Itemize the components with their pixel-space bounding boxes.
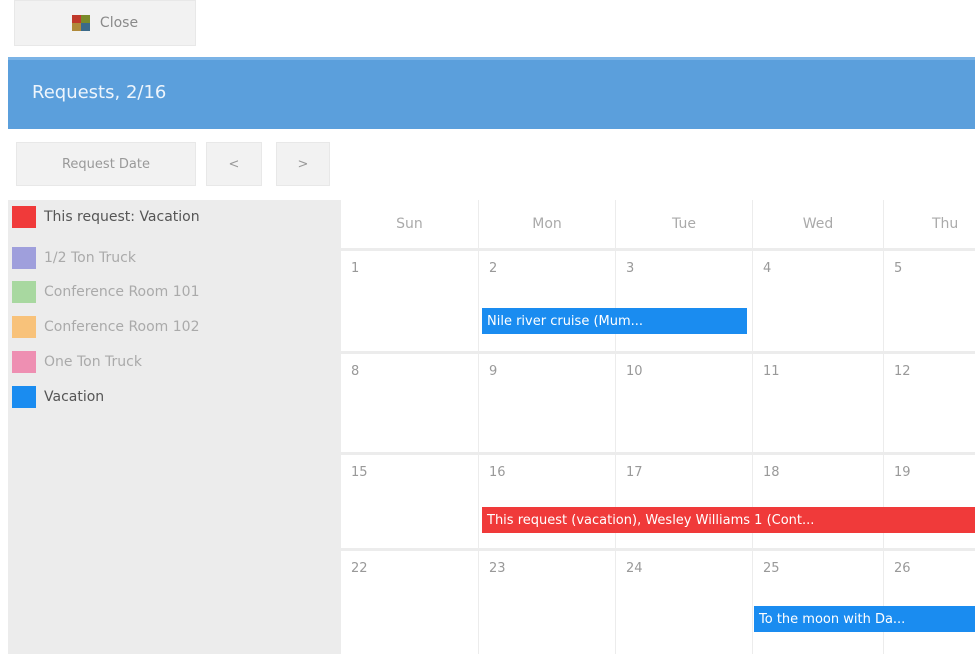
day-number: 16 [489, 465, 506, 480]
weekday-sun: Sun [341, 200, 479, 248]
calendar-event[interactable]: To the moon with Da... [754, 606, 975, 632]
week-row-1: 1 2 3 4 5 Nile river cruise (Mum... [341, 248, 975, 351]
day-cell[interactable]: 4 [753, 251, 884, 351]
legend-item-conference-room-101[interactable]: Conference Room 101 [12, 281, 200, 303]
day-cell[interactable]: 5 [884, 251, 975, 351]
day-cell[interactable]: 12 [884, 354, 975, 452]
day-number: 17 [626, 465, 643, 480]
day-number: 18 [763, 465, 780, 480]
day-cell[interactable]: 11 [753, 354, 884, 452]
day-cell[interactable]: 1 [341, 251, 479, 351]
close-button-label: Close [99, 15, 139, 31]
day-number: 19 [894, 465, 911, 480]
legend-label: Conference Room 102 [44, 319, 200, 335]
calendar-event[interactable]: Nile river cruise (Mum... [482, 308, 747, 334]
day-number: 1 [351, 261, 360, 276]
prev-button[interactable]: < [206, 142, 262, 186]
legend-label: This request: Vacation [44, 209, 200, 225]
day-cell[interactable]: 25 [753, 551, 884, 654]
legend-item-conference-room-102[interactable]: Conference Room 102 [12, 316, 200, 338]
day-number: 25 [763, 561, 780, 576]
day-cell[interactable]: 18 [753, 455, 884, 548]
page-title: Requests, 2/16 [32, 82, 167, 103]
legend-label: Conference Room 101 [44, 284, 200, 300]
app-icon [71, 15, 90, 31]
day-number: 11 [763, 364, 780, 379]
day-number: 3 [626, 261, 635, 276]
month-calendar: Sun Mon Tue Wed Thu 1 2 3 4 5 Nile river… [341, 200, 975, 654]
legend-item-one-ton-truck[interactable]: One Ton Truck [12, 351, 142, 373]
week-row-3: 15 16 17 18 19 This request (vacation), … [341, 452, 975, 548]
weekday-wed: Wed [753, 200, 884, 248]
weekday-header: Sun Mon Tue Wed Thu [341, 200, 975, 248]
legend-swatch [12, 206, 36, 228]
day-cell[interactable]: 23 [479, 551, 616, 654]
day-number: 2 [489, 261, 498, 276]
day-number: 8 [351, 364, 360, 379]
day-number: 15 [351, 465, 368, 480]
legend-item-half-ton-truck[interactable]: 1/2 Ton Truck [12, 247, 136, 269]
day-number: 26 [894, 561, 911, 576]
day-cell[interactable]: 16 [479, 455, 616, 548]
weekday-tue: Tue [616, 200, 753, 248]
day-number: 9 [489, 364, 498, 379]
legend-swatch [12, 316, 36, 338]
calendar-event[interactable]: This request (vacation), Wesley Williams… [482, 507, 975, 533]
day-cell[interactable]: 19 [884, 455, 975, 548]
day-cell[interactable]: 24 [616, 551, 753, 654]
legend-swatch [12, 351, 36, 373]
week-row-2: 8 9 10 11 12 [341, 351, 975, 452]
day-number: 22 [351, 561, 368, 576]
day-cell[interactable]: 17 [616, 455, 753, 548]
week-row-4: 22 23 24 25 26 To the moon with Da... [341, 548, 975, 654]
day-cell[interactable]: 3 [616, 251, 753, 351]
legend-label: One Ton Truck [44, 354, 142, 370]
weekday-mon: Mon [479, 200, 616, 248]
header-bar: Requests, 2/16 [8, 57, 975, 129]
legend-label: 1/2 Ton Truck [44, 250, 136, 266]
day-cell[interactable]: 2 [479, 251, 616, 351]
top-toolbar: Close [0, 0, 975, 52]
legend-item-vacation[interactable]: Vacation [12, 386, 104, 408]
day-cell[interactable]: 10 [616, 354, 753, 452]
resource-legend: This request: Vacation 1/2 Ton Truck Con… [8, 200, 341, 654]
day-number: 23 [489, 561, 506, 576]
legend-item-this-request[interactable]: This request: Vacation [12, 206, 200, 228]
day-cell[interactable]: 15 [341, 455, 479, 548]
calendar-nav: Request Date < > [0, 132, 975, 192]
next-button[interactable]: > [276, 142, 330, 186]
day-cell[interactable]: 8 [341, 354, 479, 452]
day-cell[interactable]: 26 [884, 551, 975, 654]
day-number: 4 [763, 261, 772, 276]
legend-swatch [12, 247, 36, 269]
day-number: 12 [894, 364, 911, 379]
legend-swatch [12, 281, 36, 303]
request-date-button[interactable]: Request Date [16, 142, 196, 186]
day-cell[interactable]: 9 [479, 354, 616, 452]
weekday-thu: Thu [932, 216, 959, 232]
close-button[interactable]: Close [14, 0, 196, 46]
legend-label: Vacation [44, 389, 105, 405]
legend-swatch [12, 386, 36, 408]
day-cell[interactable]: 22 [341, 551, 479, 654]
day-number: 24 [626, 561, 643, 576]
day-number: 10 [626, 364, 643, 379]
day-number: 5 [894, 261, 903, 276]
